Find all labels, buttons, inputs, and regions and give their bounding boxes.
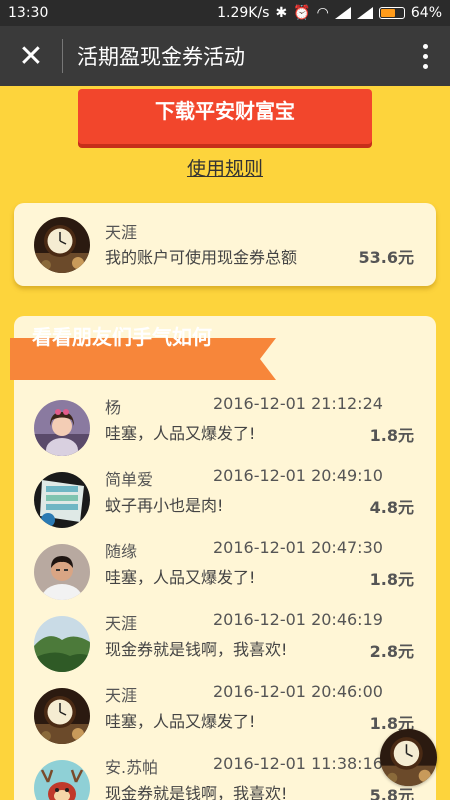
- avatar: [34, 688, 90, 744]
- friend-amount: 1.8元: [369, 570, 414, 589]
- friend-time: 2016-12-01 21:12:24: [213, 394, 383, 413]
- page-title: 活期盈现金券活动: [77, 45, 245, 69]
- friend-name: 天涯: [105, 686, 138, 705]
- avatar: [34, 760, 90, 800]
- list-item: 简单爱 2016-12-01 20:49:10 蚊子再小也是肉! 4.8元: [14, 466, 436, 538]
- more-options-icon[interactable]: [400, 26, 450, 86]
- list-item: 天涯 2016-12-01 20:46:19 现金券就是钱啊，我喜欢! 2.8元: [14, 610, 436, 682]
- friend-time: 2016-12-01 20:46:19: [213, 610, 383, 629]
- status-right: 1.29K/s ✱ ⏰ ◠ 64%: [217, 5, 442, 21]
- avatar: [34, 400, 90, 456]
- wifi-icon: ◠: [316, 5, 329, 21]
- signal-icon: [334, 7, 351, 19]
- list-item: 天涯 2016-12-01 20:46:00 哇塞，人品又爆发了! 1.8元: [14, 682, 436, 754]
- list-item: 随缘 2016-12-01 20:47:30 哇塞，人品又爆发了! 1.8元: [14, 538, 436, 610]
- friend-message: 蚊子再小也是肉!: [105, 496, 224, 515]
- avatar: [34, 472, 90, 528]
- friend-time: 2016-12-01 11:38:16: [213, 754, 383, 773]
- battery-icon: [378, 7, 405, 19]
- status-time: 13:30: [8, 5, 49, 21]
- friend-amount: 1.8元: [369, 426, 414, 445]
- battery-percent: 64%: [410, 5, 442, 21]
- friend-name: 随缘: [105, 542, 138, 561]
- account-name: 天涯: [105, 223, 138, 242]
- avatar: [34, 616, 90, 672]
- title-bar: ✕ 活期盈现金券活动: [0, 26, 450, 86]
- my-account-card: 天涯 我的账户可使用现金券总额 53.6元: [14, 203, 436, 286]
- friend-time: 2016-12-01 20:47:30: [213, 538, 383, 557]
- list-item: 杨 2016-12-01 21:12:24 哇塞，人品又爆发了! 1.8元: [14, 394, 436, 466]
- floating-avatar-button[interactable]: [380, 729, 437, 786]
- status-bar: 13:30 1.29K/s ✱ ⏰ ◠ 64%: [0, 0, 450, 26]
- friend-message: 哇塞，人品又爆发了!: [105, 712, 256, 731]
- list-item: 安.苏帕 2016-12-01 11:38:16 现金券就是钱啊，我喜欢! 5.…: [14, 754, 436, 800]
- friend-message: 哇塞，人品又爆发了!: [105, 424, 256, 443]
- bluetooth-icon: ✱: [275, 5, 288, 21]
- account-amount: 53.6元: [358, 248, 414, 267]
- main-content[interactable]: 下载平安财富宝 使用规则 天涯 我的账户可使用现金券总额 53.6元 看看朋友们…: [0, 86, 450, 800]
- friend-name: 安.苏帕: [105, 758, 159, 777]
- close-icon[interactable]: ✕: [0, 26, 62, 86]
- avatar: [34, 217, 90, 273]
- friend-message: 现金券就是钱啊，我喜欢!: [105, 640, 288, 659]
- network-speed: 1.29K/s: [217, 5, 270, 21]
- friend-amount: 4.8元: [369, 498, 414, 517]
- friends-heading: 看看朋友们手气如何: [32, 325, 212, 349]
- friend-name: 杨: [105, 398, 122, 417]
- download-app-button[interactable]: 下载平安财富宝: [78, 89, 372, 144]
- friends-card: 看看朋友们手气如何 杨 2016-12-01 21:12:24 哇塞，人品又爆发…: [10, 316, 436, 800]
- friend-name: 天涯: [105, 614, 138, 633]
- friend-amount: 2.8元: [369, 642, 414, 661]
- alarm-icon: ⏰: [293, 5, 311, 21]
- signal-icon-2: [356, 7, 373, 19]
- friend-time: 2016-12-01 20:49:10: [213, 466, 383, 485]
- friend-message: 哇塞，人品又爆发了!: [105, 568, 256, 587]
- rules-row: 使用规则: [0, 154, 450, 181]
- usage-rules-link[interactable]: 使用规则: [187, 158, 263, 180]
- account-label: 我的账户可使用现金券总额: [105, 248, 298, 267]
- friend-message: 现金券就是钱啊，我喜欢!: [105, 784, 288, 800]
- friend-time: 2016-12-01 20:46:00: [213, 682, 383, 701]
- friend-name: 简单爱: [105, 470, 154, 489]
- avatar: [34, 544, 90, 600]
